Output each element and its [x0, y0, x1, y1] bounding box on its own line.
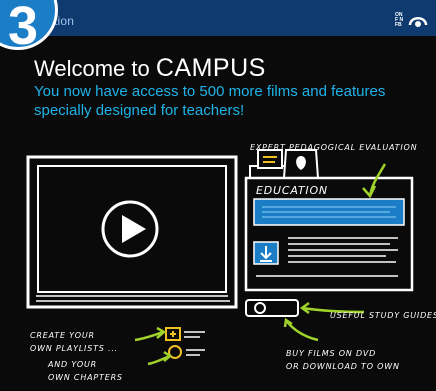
step-number: 3 [7, 0, 39, 56]
playlists-annotation-1: CREATE YOUR [30, 331, 95, 340]
playlist-icons-sketch [165, 327, 205, 359]
welcome-text: Welcome to [34, 56, 156, 81]
nfb-logo-text: ONF NFB [395, 11, 404, 28]
study-guide-button[interactable] [245, 299, 299, 317]
playlists-annotation-2: OWN PLAYLISTS ... [30, 344, 118, 353]
buy-annotation-2: OR DOWNLOAD TO OWN [286, 362, 400, 371]
nfb-eye-icon [408, 17, 428, 27]
video-player-sketch [26, 155, 238, 309]
chapters-annotation-2: OWN CHAPTERS [48, 373, 123, 382]
nfb-logo[interactable]: ONF NFB [395, 11, 428, 29]
step-badge: 3 [0, 0, 58, 56]
campus-welcome-screen: ucation ONF NFB 3 Welcome to CAMPUS You … [0, 0, 436, 391]
buy-annotation-1: BUY FILMS ON DVD [286, 349, 376, 358]
study-guides-annotation: USEFUL STUDY GUIDES [330, 311, 436, 320]
feature-sketch: EDUCATION EXPERT PEDAGOGICAL EVALUATION … [26, 143, 436, 382]
chapters-annotation-1: AND YOUR [47, 360, 97, 369]
subtitle: You now have access to 500 more films an… [34, 83, 386, 119]
pedagogical-annotation: EXPERT PEDAGOGICAL EVALUATION [250, 143, 417, 152]
education-panel-sketch: EDUCATION [244, 149, 414, 317]
page-title: Welcome to CAMPUS [34, 54, 266, 83]
top-header-bar: ucation ONF NFB [0, 0, 436, 36]
brand-name: CAMPUS [155, 54, 266, 82]
education-tab-label: EDUCATION [256, 184, 328, 197]
